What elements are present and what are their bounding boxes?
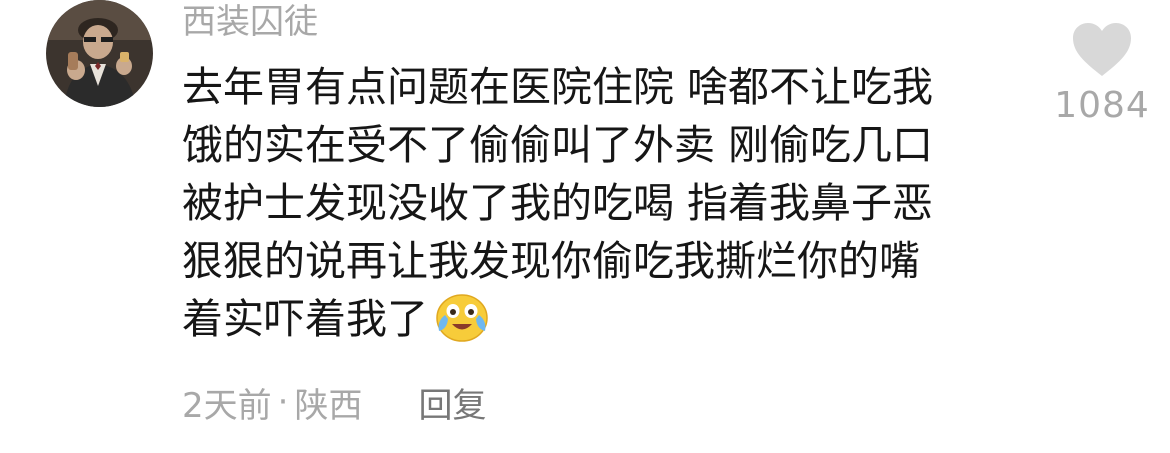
- comment-meta: 2天前 · 陕西 回复: [182, 376, 486, 428]
- like-area: 1084: [1050, 20, 1154, 128]
- comment-username[interactable]: 西装囚徒: [182, 0, 318, 44]
- comment-line: 去年胃有点问题在医院住院 啥都不让吃我: [182, 63, 934, 111]
- comment-line: 狠狠的说再让我发现你偷吃我撕烂你的嘴: [182, 237, 920, 285]
- comment-last-line: 着实吓着我了: [182, 290, 1022, 348]
- crying-laughing-emoji-icon: [434, 291, 490, 343]
- comment-line: 饿的实在受不了偷偷叫了外卖 刚偷吃几口: [182, 121, 934, 169]
- comment-time: 2天前: [182, 385, 272, 426]
- like-count: 1084: [1054, 85, 1150, 126]
- comment-text: 去年胃有点问题在医院住院 啥都不让吃我 饿的实在受不了偷偷叫了外卖 刚偷吃几口 …: [182, 58, 1022, 348]
- comment-line: 被护士发现没收了我的吃喝 指着我鼻子恶: [182, 179, 934, 227]
- avatar-photo-icon: [46, 0, 153, 107]
- user-avatar[interactable]: [46, 0, 153, 107]
- comment-location: 陕西: [294, 385, 363, 426]
- heart-icon[interactable]: [1070, 20, 1134, 80]
- reply-button[interactable]: 回复: [418, 378, 486, 427]
- meta-separator: ·: [277, 382, 289, 422]
- comment-line: 着实吓着我了: [182, 295, 428, 343]
